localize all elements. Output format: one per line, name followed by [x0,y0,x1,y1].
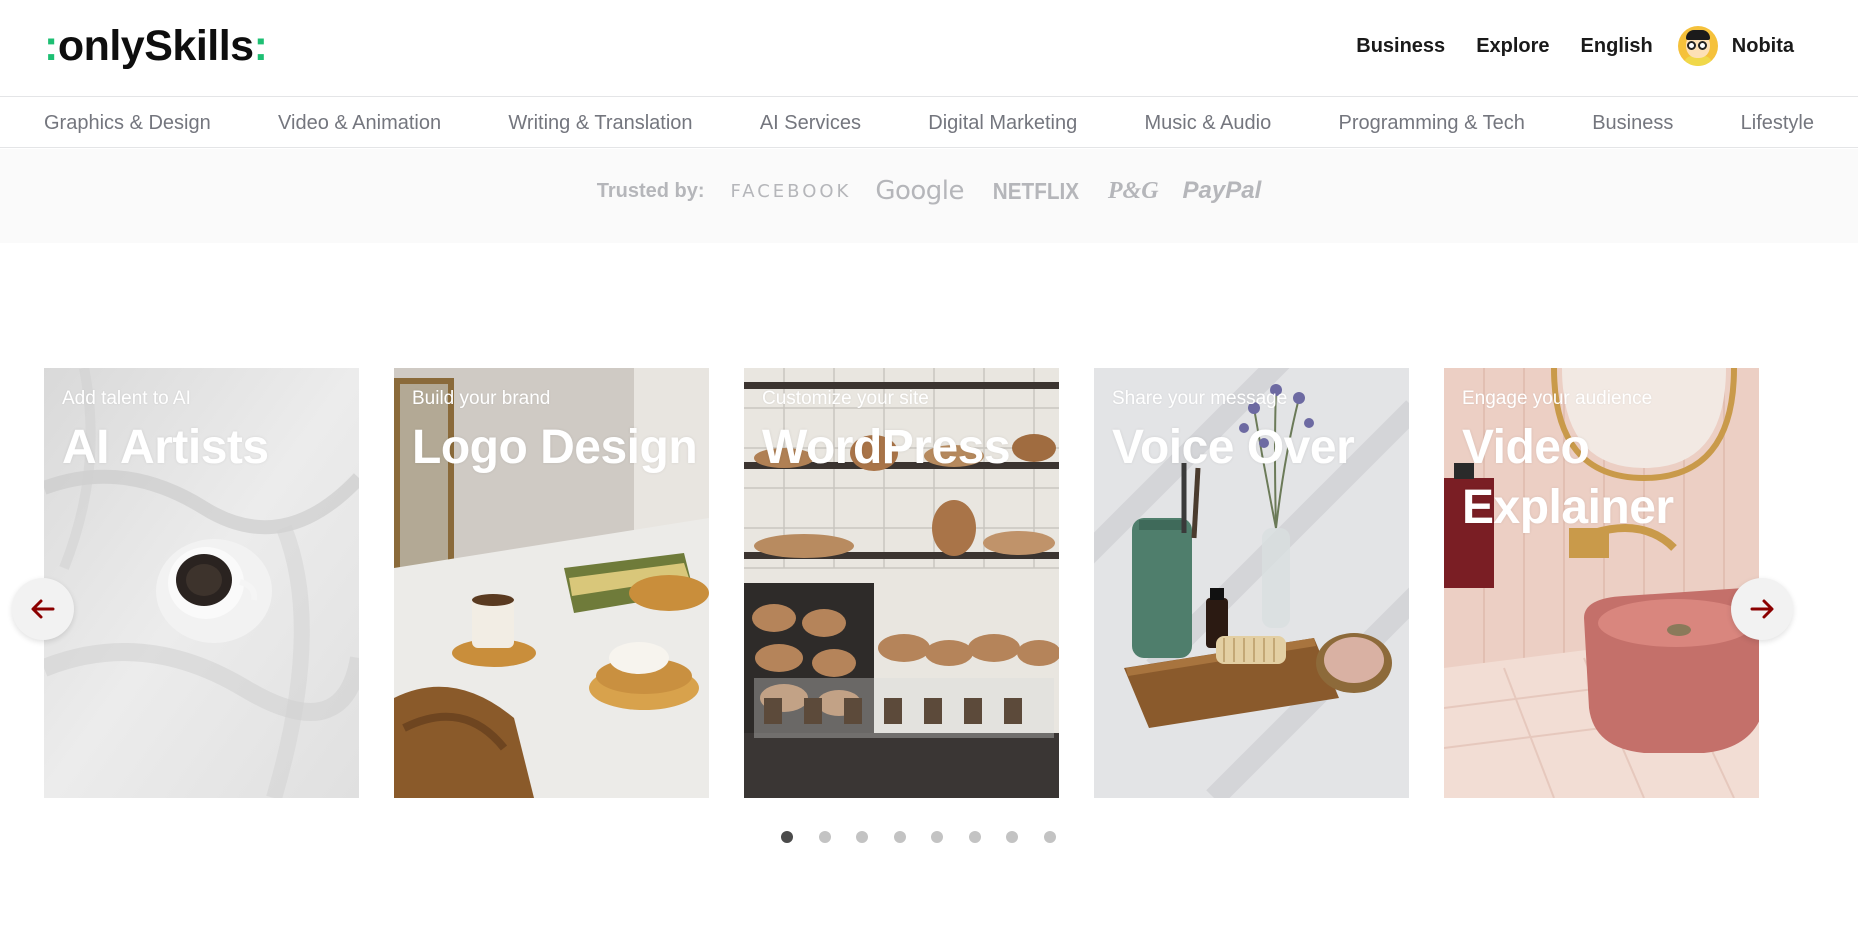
card-subtitle: Customize your site [762,388,929,409]
nav-business-link[interactable]: Business [1356,35,1445,58]
arrow-right-icon [1750,599,1774,619]
service-card-video-explainer[interactable]: Engage your audience Video Explainer [1444,368,1759,798]
card-subtitle: Add talent to AI [62,388,191,409]
trusted-by-bar: Trusted by: FACEBOOK Google NETFLIX P&G … [0,149,1858,243]
card-subtitle: Build your brand [412,388,551,409]
card-subtitle: Share your message [1112,388,1288,409]
carousel-dot[interactable] [1043,831,1056,843]
category-nav: Graphics & Design Video & Animation Writ… [0,98,1858,148]
carousel-dot[interactable] [818,831,831,843]
category-ai-services[interactable]: AI Services [760,112,861,135]
card-subtitle: Engage your audience [1462,388,1653,409]
carousel-dot[interactable] [893,831,906,843]
carousel-dot[interactable] [968,831,981,843]
card-title: Video Explainer [1462,421,1674,534]
logo-text: onlySkills [57,22,254,70]
category-video-animation[interactable]: Video & Animation [278,112,441,135]
category-graphics-design[interactable]: Graphics & Design [44,112,211,135]
google-logo: Google [875,176,965,206]
category-lifestyle[interactable]: Lifestyle [1741,112,1814,135]
site-header: :onlySkills: Business Explore English No… [0,0,1858,97]
carousel-pagination [781,830,1056,844]
arrow-left-icon [31,599,55,619]
user-name[interactable]: Nobita [1732,35,1794,58]
top-nav: Business Explore English Nobita [1356,26,1794,66]
service-card-voice-over[interactable]: Share your message Voice Over [1094,368,1409,798]
paypal-logo: PayPal [1182,177,1262,204]
carousel-dot[interactable] [931,831,943,843]
logo-colon-left: : [44,22,58,70]
carousel-dot[interactable] [781,831,793,843]
category-music-audio[interactable]: Music & Audio [1145,112,1272,135]
avatar-cartoon-icon[interactable] [1677,26,1718,66]
trusted-by-label: Trusted by: [596,179,705,202]
category-digital-marketing[interactable]: Digital Marketing [928,112,1077,135]
pg-logo: P&G [1107,177,1159,204]
user-menu[interactable]: Nobita [1677,26,1794,66]
category-programming-tech[interactable]: Programming & Tech [1339,112,1525,135]
services-carousel: Add talent to AI AI Artists Build your b… [0,368,1858,798]
service-card-wordpress[interactable]: Customize your site WordPress [744,368,1059,798]
site-logo[interactable]: :onlySkills: [44,20,268,72]
facebook-logo: FACEBOOK [730,180,852,202]
card-title: WordPress [762,421,1011,474]
carousel-next-button[interactable] [1731,578,1793,640]
category-business[interactable]: Business [1592,112,1673,135]
logo-colon-right: : [253,22,268,70]
nav-language-link[interactable]: English [1581,35,1653,58]
card-title: Voice Over [1112,421,1355,474]
netflix-logo: NETFLIX [992,177,1080,204]
card-title: AI Artists [62,421,269,474]
card-title: Logo Design [412,421,698,474]
category-writing-translation[interactable]: Writing & Translation [508,112,692,135]
service-card-logo-design[interactable]: Build your brand Logo Design [394,368,709,798]
carousel-dot[interactable] [1006,831,1018,843]
carousel-prev-button[interactable] [12,578,74,640]
nav-explore-link[interactable]: Explore [1476,35,1549,58]
carousel-dot[interactable] [856,831,868,843]
service-card-ai-artists[interactable]: Add talent to AI AI Artists [44,368,359,798]
